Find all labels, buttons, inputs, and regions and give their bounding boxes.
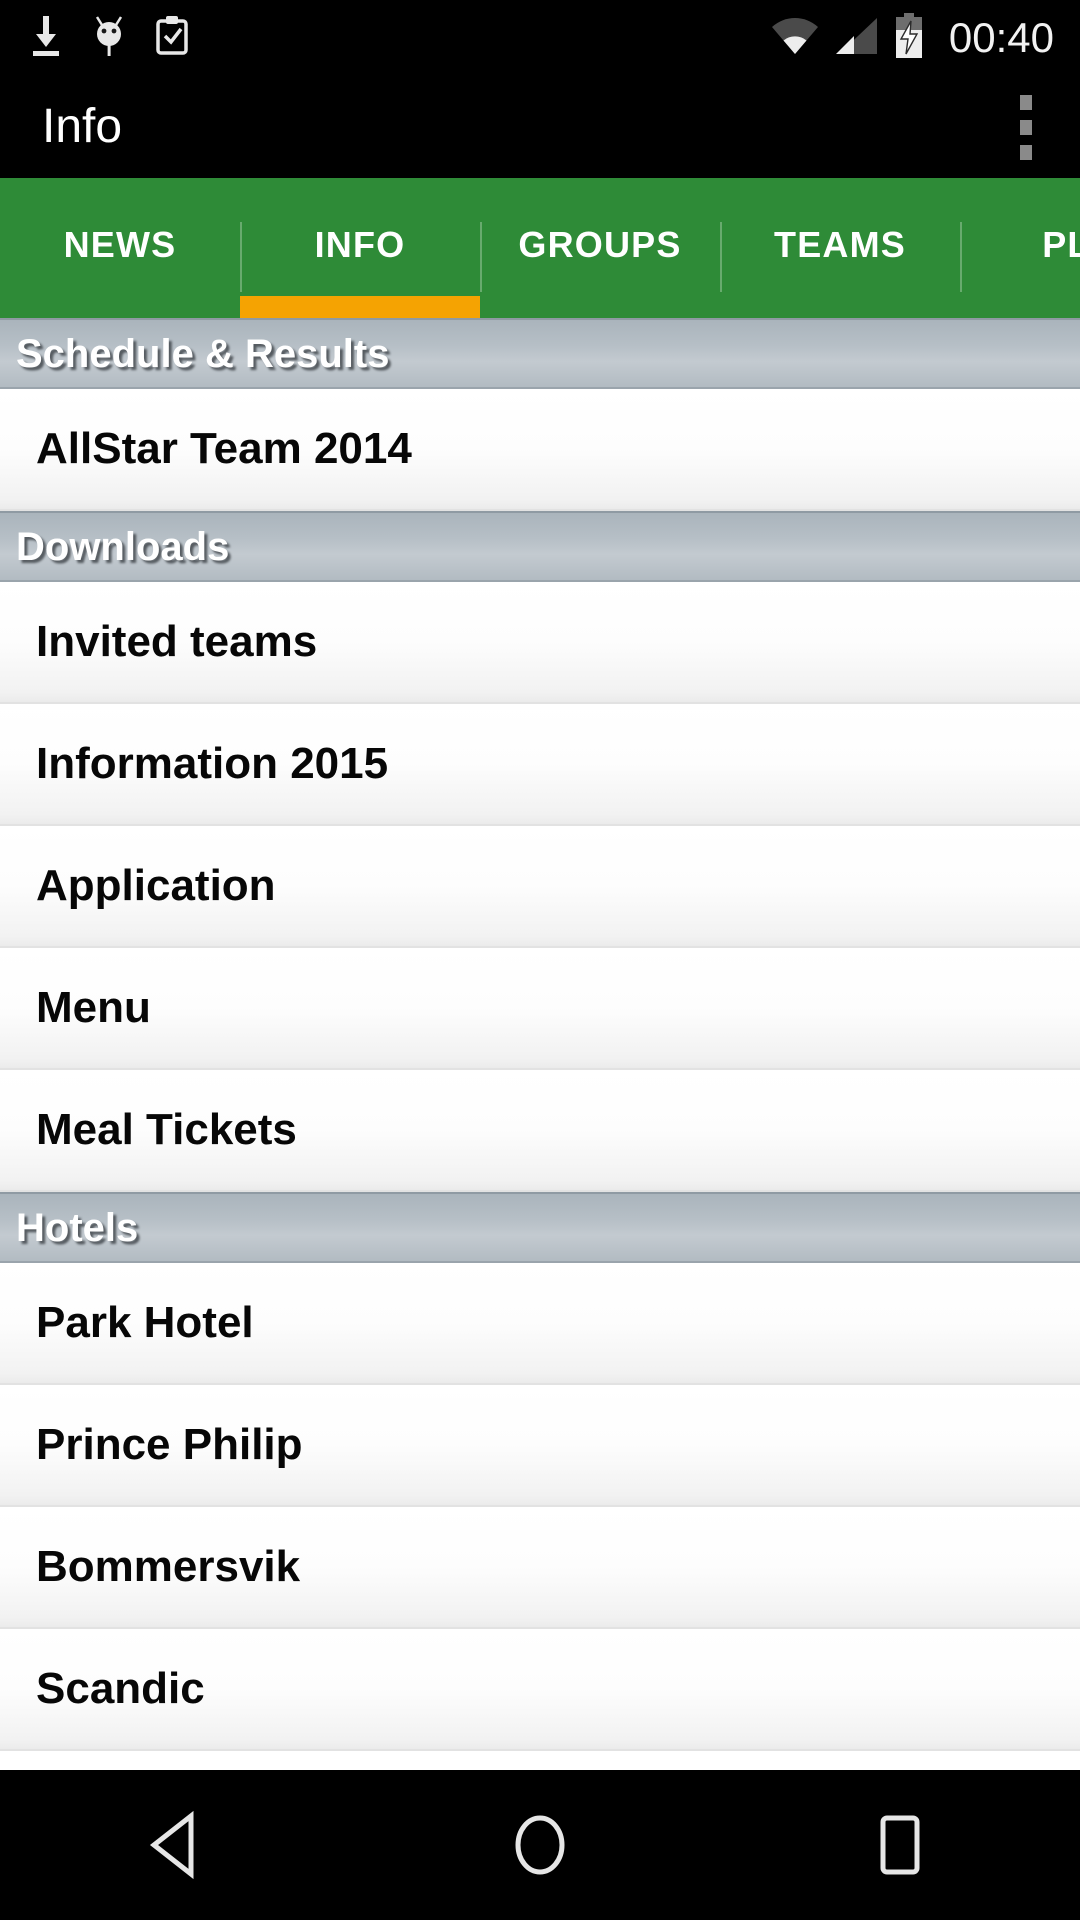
battery-charging-icon bbox=[893, 12, 925, 64]
tab-groups[interactable]: GROUPS bbox=[480, 178, 720, 318]
app-bar: Info bbox=[0, 76, 1080, 178]
tab-label: NEWS bbox=[63, 224, 177, 265]
list-item-label: Park Hotel bbox=[36, 1298, 254, 1347]
list-item-label: Scandic bbox=[36, 1664, 205, 1713]
list-item-label: Bommersvik bbox=[36, 1542, 301, 1591]
back-icon[interactable] bbox=[90, 1770, 270, 1920]
tab-label: GROUPS bbox=[518, 224, 682, 265]
info-list[interactable]: Schedule & Results AllStar Team 2014 Dow… bbox=[0, 318, 1080, 1770]
list-item[interactable]: Meal Tickets bbox=[0, 1070, 1080, 1192]
list-item-label: Application bbox=[36, 861, 276, 910]
clipboard-check-icon bbox=[152, 14, 192, 63]
list-item[interactable]: Menu bbox=[0, 948, 1080, 1070]
list-item[interactable]: Invited teams bbox=[0, 582, 1080, 704]
list-item[interactable]: Prince Philip bbox=[0, 1385, 1080, 1507]
list-item[interactable]: Bommersvik bbox=[0, 1507, 1080, 1629]
list-item[interactable]: Park Hotel bbox=[0, 1263, 1080, 1385]
system-navigation-bar bbox=[0, 1770, 1080, 1920]
tab-divider bbox=[240, 222, 242, 292]
tab-players[interactable]: PLA bbox=[960, 178, 1080, 318]
section-header-downloads: Downloads bbox=[0, 511, 1080, 582]
list-item-label: Invited teams bbox=[36, 617, 318, 666]
overflow-dot bbox=[1020, 119, 1032, 135]
overflow-menu-icon[interactable] bbox=[990, 87, 1062, 167]
list-item[interactable]: Scandic bbox=[0, 1629, 1080, 1751]
tab-bar: NEWS INFO GROUPS TEAMS PLA bbox=[0, 178, 1080, 318]
android-debug-icon bbox=[88, 14, 130, 63]
section-header-hotels: Hotels bbox=[0, 1192, 1080, 1263]
tab-news[interactable]: NEWS bbox=[0, 178, 240, 318]
tab-selected-indicator bbox=[240, 296, 480, 318]
phone-screen: 00:40 Info NEWS INFO GROUPS TEAMS PL Sch… bbox=[0, 0, 1080, 1920]
tab-teams[interactable]: TEAMS bbox=[720, 178, 960, 318]
tab-info[interactable]: INFO bbox=[240, 178, 480, 318]
tab-label: TEAMS bbox=[774, 224, 906, 265]
tab-label: PLA bbox=[1042, 224, 1080, 265]
list-item-label: Prince Philip bbox=[36, 1420, 303, 1469]
tab-divider bbox=[720, 222, 722, 292]
home-icon[interactable] bbox=[450, 1770, 630, 1920]
section-title: Downloads bbox=[16, 524, 230, 569]
list-item-label: Menu bbox=[36, 983, 151, 1032]
status-bar-left-icons bbox=[26, 14, 192, 63]
section-header-schedule-results: Schedule & Results bbox=[0, 318, 1080, 389]
list-item-label: Meal Tickets bbox=[36, 1105, 297, 1154]
status-bar-clock: 00:40 bbox=[948, 14, 1054, 61]
tab-divider bbox=[960, 222, 962, 292]
page-title: Info bbox=[42, 100, 123, 153]
tab-label: INFO bbox=[314, 224, 406, 265]
list-item[interactable]: Application bbox=[0, 826, 1080, 948]
list-item-label: AllStar Team 2014 bbox=[36, 424, 412, 473]
tab-divider bbox=[480, 222, 482, 292]
status-bar-right-icons: 00:40 bbox=[771, 12, 1054, 64]
section-title: Schedule & Results bbox=[16, 331, 390, 376]
section-title: Hotels bbox=[16, 1205, 139, 1250]
list-item[interactable]: AllStar Team 2014 bbox=[0, 389, 1080, 511]
status-bar: 00:40 bbox=[0, 0, 1080, 76]
wifi-icon bbox=[771, 16, 819, 61]
list-item[interactable]: Information 2015 bbox=[0, 704, 1080, 826]
cellular-signal-icon bbox=[833, 16, 879, 61]
list-item-label: Information 2015 bbox=[36, 739, 389, 788]
overflow-dot bbox=[1020, 94, 1032, 110]
overflow-dot bbox=[1020, 144, 1032, 160]
download-icon bbox=[26, 14, 66, 63]
recents-icon[interactable] bbox=[810, 1770, 990, 1920]
